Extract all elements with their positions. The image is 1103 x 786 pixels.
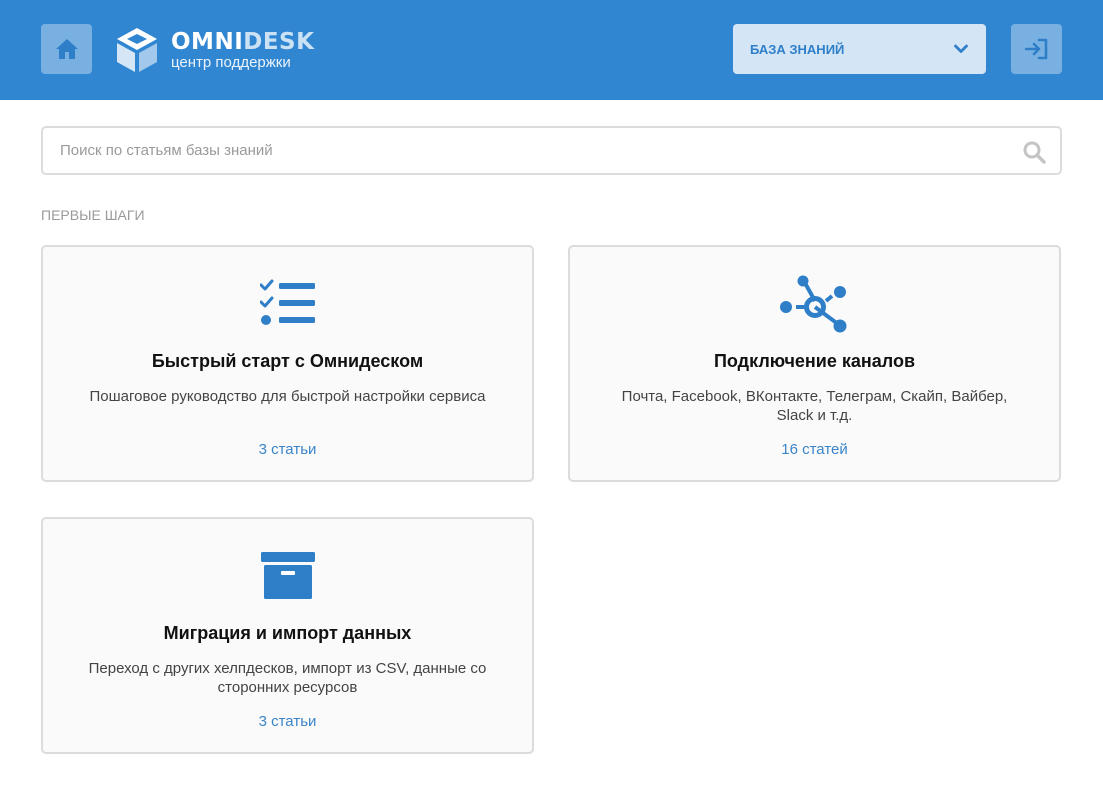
card-article-count[interactable]: 3 статьи [43, 441, 532, 458]
knowledge-base-select-label: БАЗА ЗНАНИЙ [750, 41, 845, 57]
card-article-count[interactable]: 3 статьи [43, 713, 532, 730]
search-input[interactable] [60, 128, 1000, 173]
card-description: Почта, Facebook, ВКонтакте, Телеграм, Ск… [621, 388, 1008, 424]
card-title: Подключение каналов [713, 351, 916, 371]
card-title: Миграция и импорт данных [163, 623, 412, 643]
category-card-migration[interactable]: Миграция и импорт данных Переход с други… [41, 517, 534, 754]
search-icon[interactable] [1022, 140, 1046, 164]
category-card-channels[interactable]: Подключение каналов Почта, Facebook, ВКо… [568, 245, 1061, 482]
card-title: Быстрый старт с Омнидеском [151, 351, 424, 371]
logo[interactable]: OMNIDESK центр поддержки [115, 24, 314, 76]
omnidesk-logo-icon [117, 28, 157, 72]
card-article-count[interactable]: 16 статей [570, 441, 1059, 458]
archive-box-icon [260, 552, 315, 599]
card-description: Переход с других хелпдесков, импорт из C… [88, 660, 487, 696]
login-button[interactable] [1011, 24, 1062, 74]
knowledge-base-select[interactable]: БАЗА ЗНАНИЙ [733, 24, 986, 74]
checklist-icon [259, 279, 315, 325]
section-title: ПЕРВЫЕ ШАГИ [41, 207, 145, 223]
card-description: Пошаговое руководство для быстрой настро… [89, 388, 486, 405]
sign-in-icon [1024, 38, 1047, 60]
header: OMNIDESK центр поддержки БАЗА ЗНАНИЙ [0, 0, 1103, 100]
home-button[interactable] [41, 24, 92, 74]
logo-subtitle: центр поддержки [171, 54, 291, 71]
search-box [41, 126, 1062, 175]
chevron-down-icon [954, 44, 968, 53]
network-icon [779, 275, 846, 333]
home-icon [55, 39, 78, 59]
logo-title: OMNIDESK [171, 29, 315, 55]
category-card-quick-start[interactable]: Быстрый старт с Омнидеском Пошаговое рук… [41, 245, 534, 482]
